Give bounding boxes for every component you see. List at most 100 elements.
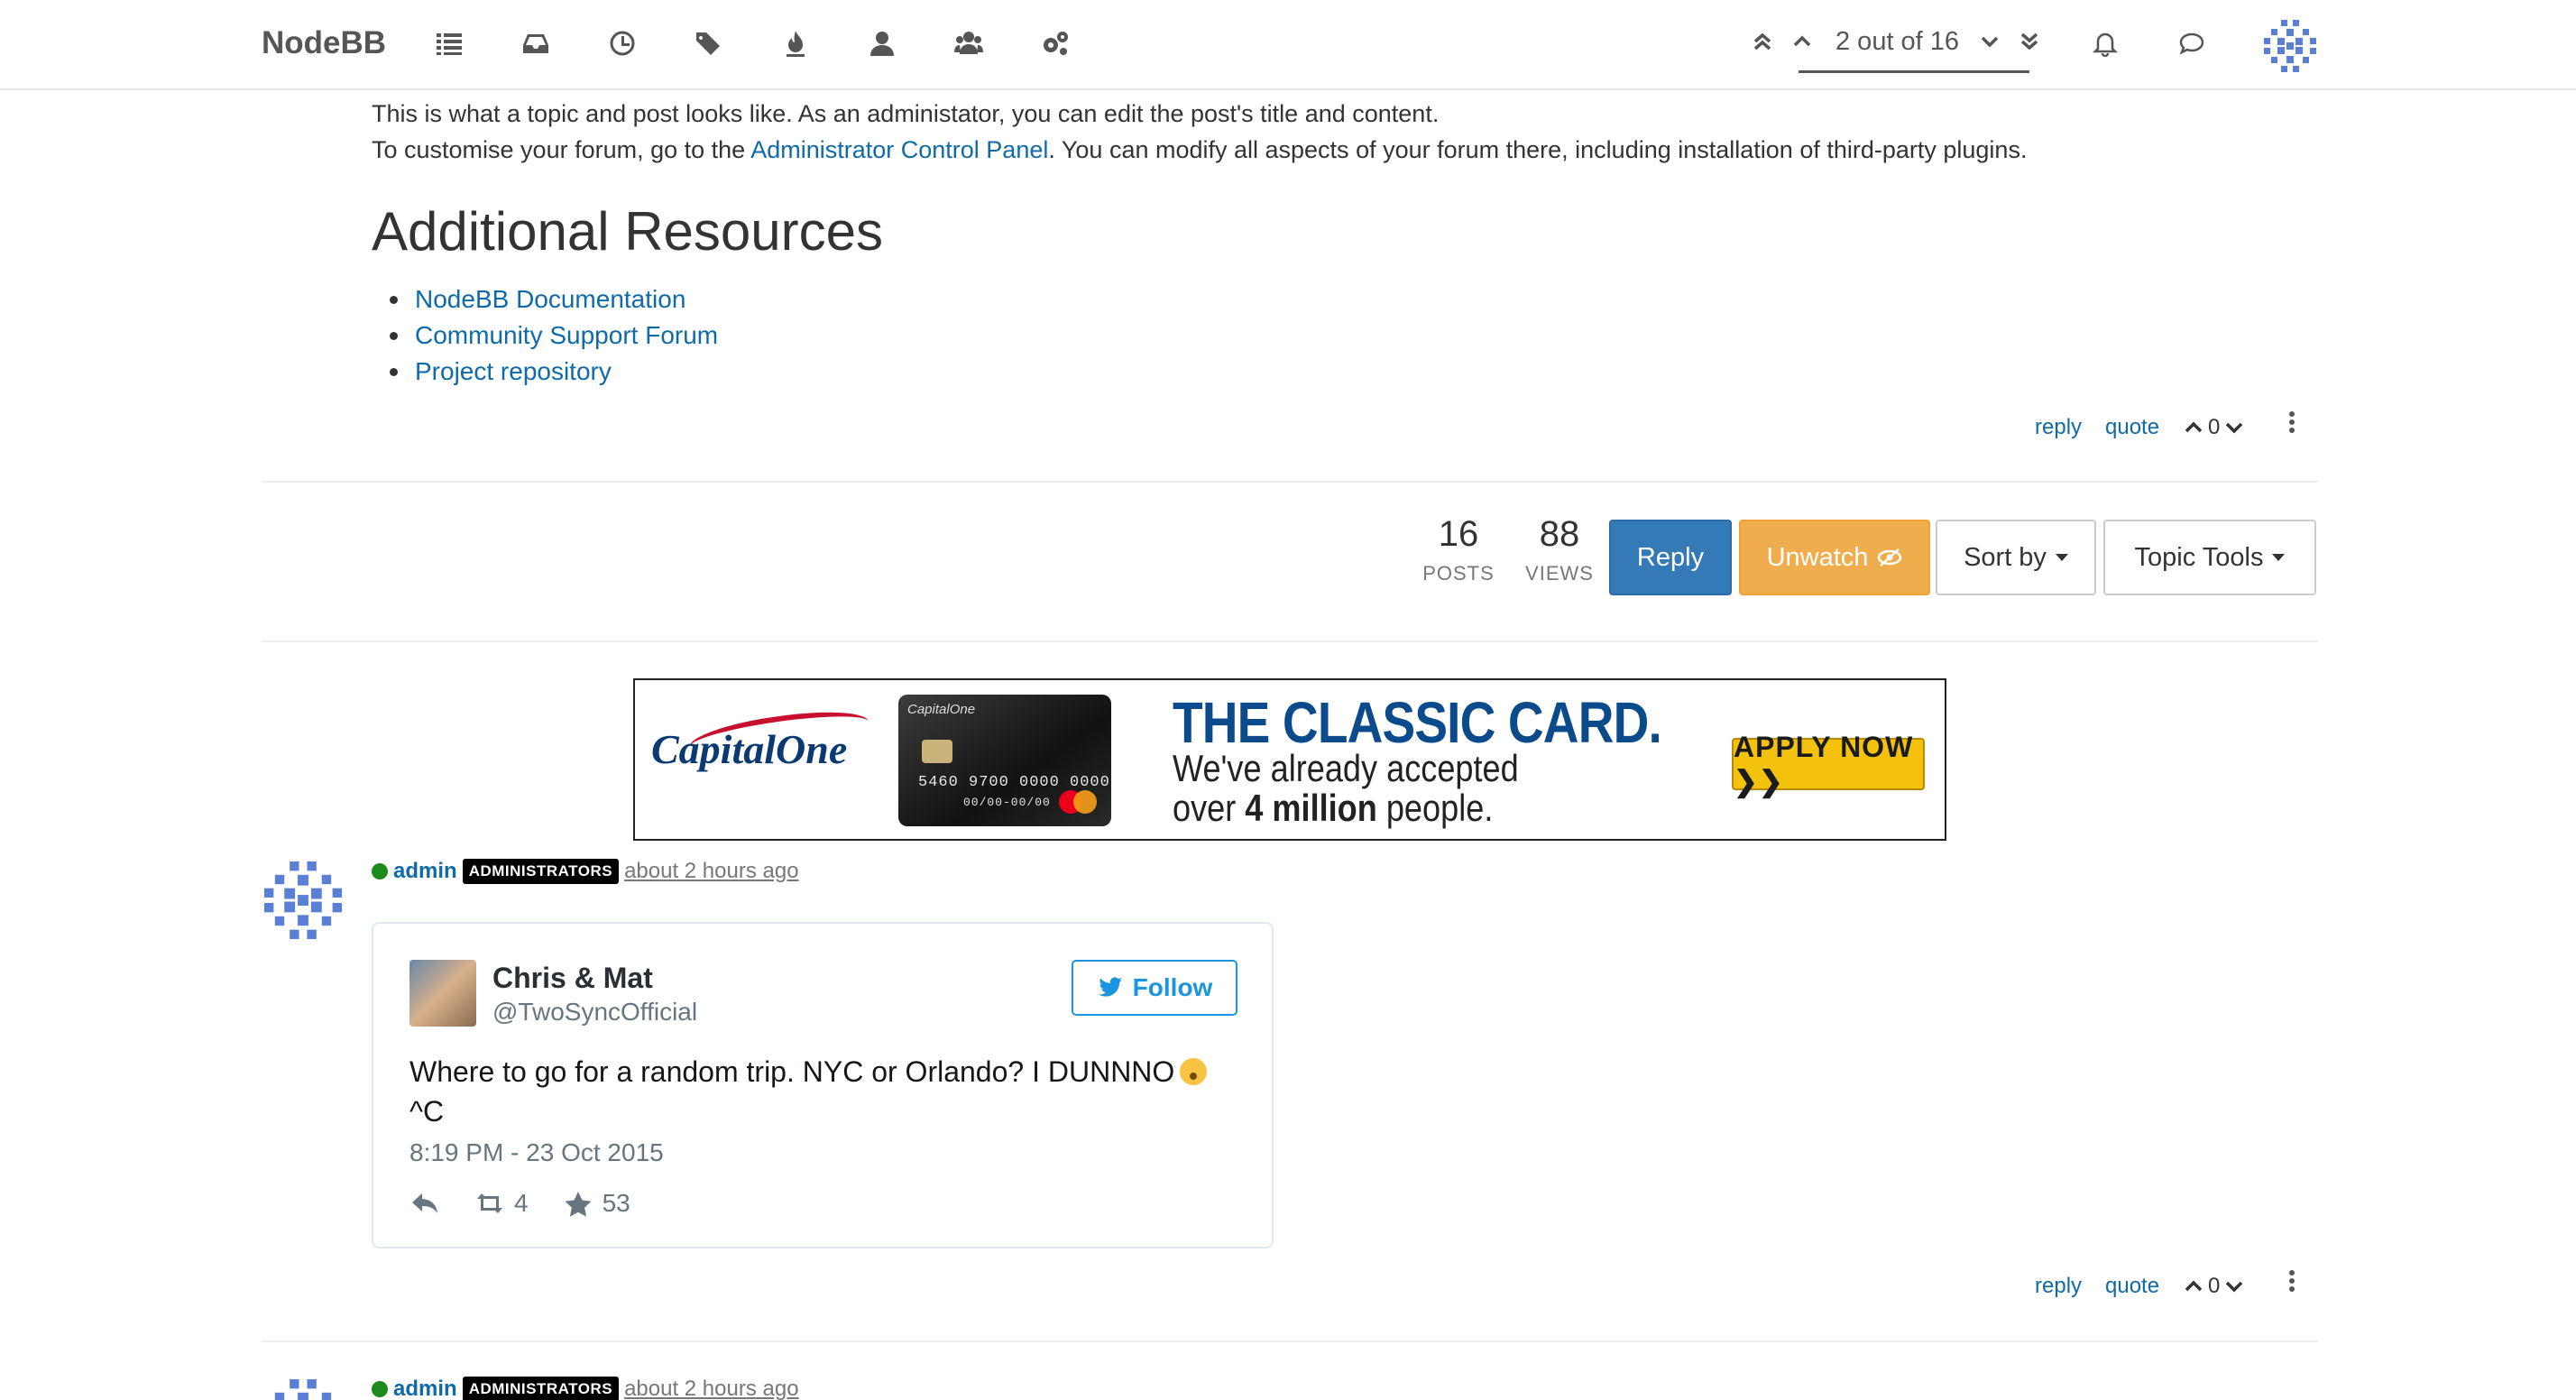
tweet-text: Where to go for a random trip. NYC or Or… — [409, 1052, 1239, 1131]
tweet-date[interactable]: 8:19 PM - 23 Oct 2015 — [409, 1138, 664, 1167]
upvote-icon[interactable] — [2183, 417, 2204, 438]
post-timestamp[interactable]: about 2 hours ago — [624, 1377, 799, 1400]
unwatch-button-label: Unwatch — [1766, 542, 1869, 572]
brand-logo[interactable]: NodeBB — [262, 25, 386, 61]
sort-by-dropdown[interactable]: Sort by — [1936, 520, 2096, 595]
card-brand: CapitalOne — [907, 702, 976, 717]
follow-button[interactable]: Follow — [1072, 960, 1237, 1016]
tweet-like-action[interactable]: 53 — [563, 1189, 630, 1218]
card-chip — [922, 740, 952, 763]
list-item: Community Support Forum — [389, 318, 718, 354]
apply-now-button[interactable]: APPLY NOW ❯❯ — [1732, 731, 1925, 797]
fire-icon[interactable] — [779, 27, 812, 60]
ad-subline-2: over 4 million people. — [1173, 787, 1493, 830]
next-post-icon[interactable] — [1977, 29, 2004, 56]
previous-post-icon[interactable] — [1789, 29, 1817, 56]
post-menu-icon[interactable] — [2289, 1270, 2296, 1297]
tweet-author-handle[interactable]: @TwoSyncOfficial — [492, 998, 697, 1027]
tweet-reply-action[interactable] — [409, 1190, 440, 1217]
card-expiry: 00/00-00/00 — [963, 796, 1051, 809]
post-1-body: This is what a topic and post looks like… — [372, 96, 2320, 168]
tweet-author-name[interactable]: Chris & Mat — [492, 962, 653, 995]
divider — [262, 481, 2318, 483]
resources-list: NodeBB Documentation Community Support F… — [389, 281, 718, 390]
online-status-icon — [372, 863, 388, 880]
vote-controls: 0 — [2183, 415, 2245, 440]
posts-label: POSTS — [1422, 562, 1495, 585]
views-label: VIEWS — [1525, 562, 1594, 585]
group-badge[interactable]: ADMINISTRATORS — [462, 1377, 620, 1400]
ad-subline-2-prefix: over — [1173, 787, 1246, 829]
post-2-tools: reply quote 0 — [2035, 1270, 2305, 1310]
retweet-icon — [477, 1193, 502, 1213]
reply-button-label: Reply — [1636, 542, 1705, 572]
project-repository-link[interactable]: Project repository — [415, 357, 612, 385]
divider — [262, 640, 2318, 642]
clock-icon[interactable] — [606, 27, 639, 60]
caret-down-icon — [2272, 554, 2286, 561]
twitter-bird-icon — [1098, 977, 1122, 997]
credit-card-image: CapitalOne 5460 9700 0000 0000 00/00-00/… — [898, 695, 1111, 826]
upvote-icon[interactable] — [2183, 1276, 2204, 1297]
caret-down-icon — [2055, 554, 2068, 561]
users-icon[interactable] — [952, 27, 985, 60]
author-avatar[interactable] — [262, 859, 345, 942]
bell-icon[interactable] — [2091, 29, 2123, 61]
pager-position[interactable]: 2 out of 16 — [1835, 27, 1959, 57]
hushed-face-emoji-icon — [1180, 1058, 1208, 1085]
ad-banner[interactable]: CapitalOne CapitalOne 5460 9700 0000 000… — [633, 678, 1946, 841]
unwatch-button[interactable]: Unwatch — [1739, 520, 1930, 595]
community-support-forum-link[interactable]: Community Support Forum — [415, 321, 718, 349]
online-status-icon — [372, 1381, 388, 1397]
inbox-icon[interactable] — [520, 27, 552, 60]
user-avatar[interactable] — [2262, 18, 2318, 74]
reply-link[interactable]: reply — [2035, 1274, 2082, 1299]
retweet-count: 4 — [514, 1189, 529, 1217]
author-link[interactable]: admin — [393, 859, 457, 884]
post-1-tools: reply quote 0 — [2035, 411, 2305, 451]
downvote-icon[interactable] — [2223, 417, 2245, 438]
downvote-icon[interactable] — [2223, 1276, 2245, 1297]
ad-subline-2-suffix: people. — [1376, 787, 1494, 829]
posts-stat: 16 POSTS — [1418, 514, 1499, 585]
quote-link[interactable]: quote — [2105, 1274, 2159, 1299]
quote-link[interactable]: quote — [2105, 415, 2159, 440]
post-menu-icon[interactable] — [2289, 411, 2296, 438]
first-post-icon[interactable] — [1750, 29, 1777, 56]
embedded-tweet: Chris & Mat @TwoSyncOfficial Follow Wher… — [372, 922, 1274, 1248]
post-1-line-2: To customise your forum, go to the Admin… — [372, 132, 2320, 168]
tweet-author-avatar[interactable] — [409, 960, 476, 1027]
ad-subline-2-bold: 4 million — [1245, 787, 1377, 829]
post-1-line-1: This is what a topic and post looks like… — [372, 100, 1440, 127]
cogs-icon[interactable] — [1039, 27, 1072, 60]
divider — [262, 1340, 2318, 1342]
chat-icon[interactable] — [2177, 29, 2210, 61]
post-1-line-2-prefix: To customise your forum, go to the — [372, 136, 751, 163]
like-count: 53 — [602, 1189, 630, 1217]
mastercard-logo — [1073, 790, 1097, 814]
follow-button-label: Follow — [1132, 973, 1213, 1001]
sort-by-label: Sort by — [1964, 542, 2047, 572]
topic-tools-dropdown[interactable]: Topic Tools — [2103, 520, 2316, 595]
user-icon[interactable] — [866, 27, 898, 60]
author-avatar[interactable] — [262, 1377, 345, 1400]
last-post-icon[interactable] — [2017, 29, 2044, 56]
tweet-retweet-action[interactable]: 4 — [474, 1189, 529, 1218]
tweet-actions: 4 53 — [409, 1189, 665, 1218]
vote-count: 0 — [2208, 415, 2221, 439]
tags-icon[interactable] — [693, 27, 725, 60]
admin-control-panel-link[interactable]: Administrator Control Panel — [750, 136, 1048, 163]
post-timestamp[interactable]: about 2 hours ago — [624, 859, 799, 884]
views-count: 88 — [1539, 514, 1580, 554]
author-link[interactable]: admin — [393, 1377, 457, 1400]
topic-tools-label: Topic Tools — [2134, 542, 2264, 572]
list-icon[interactable] — [433, 27, 465, 60]
reply-arrow-icon — [412, 1193, 437, 1213]
group-badge[interactable]: ADMINISTRATORS — [462, 859, 620, 884]
pager-progress — [1799, 70, 2029, 73]
reply-link[interactable]: reply — [2035, 415, 2082, 440]
capital-one-logo: CapitalOne — [651, 726, 848, 772]
nodebb-documentation-link[interactable]: NodeBB Documentation — [415, 285, 685, 313]
tweet-text-line-2: ^C — [409, 1095, 445, 1128]
reply-button[interactable]: Reply — [1609, 520, 1732, 595]
